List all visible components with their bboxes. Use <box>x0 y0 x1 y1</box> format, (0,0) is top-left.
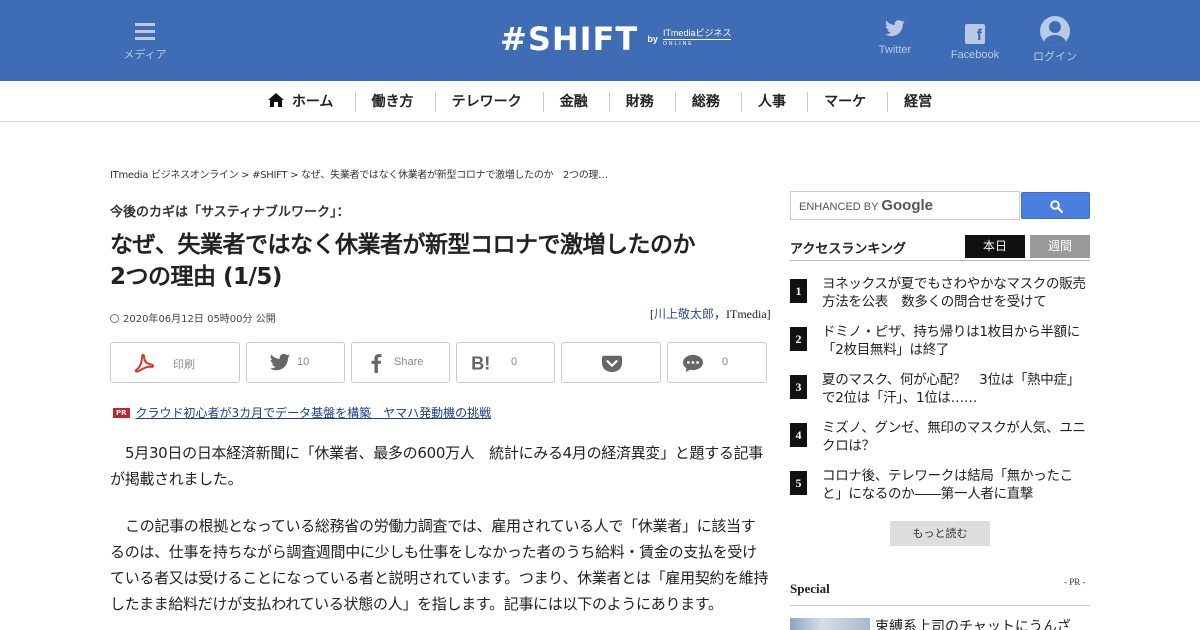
search-icon <box>1050 200 1063 213</box>
ranking-number: 2 <box>790 327 807 351</box>
logo-by: by <box>647 34 658 44</box>
twitter-icon <box>885 20 905 37</box>
publish-date: 2020年06月12日 05時00分 公開 <box>110 310 276 325</box>
logo-sub: ITmediaビジネス ONLINE <box>662 28 732 49</box>
nav-item-management[interactable]: 経営 <box>887 92 948 112</box>
pr-badge: PR <box>113 408 130 418</box>
author-suffix: ，ITmedia] <box>714 307 771 321</box>
hatena-bookmark-button[interactable]: B! 0 <box>456 342 555 383</box>
nav-item-home[interactable]: ホーム <box>252 92 350 112</box>
svg-text:B!: B! <box>471 353 490 373</box>
facebook-button[interactable]: f Facebook <box>945 20 1005 61</box>
publish-date-text: 2020年06月12日 05時00分 公開 <box>123 314 276 325</box>
pocket-icon <box>602 355 622 373</box>
facebook-icon: f <box>965 24 985 44</box>
article-title-line1: なぜ、失業者ではなく休業者が新型コロナで激増したのか <box>110 232 696 258</box>
print-label: 印刷 <box>173 359 195 371</box>
comment-count: 0 <box>722 356 729 368</box>
user-avatar-icon <box>1040 16 1070 46</box>
logo-sub-brand: ITmediaビジネス <box>662 28 732 38</box>
nav-item-accounting[interactable]: 財務 <box>608 92 670 112</box>
article-paragraph: 5月30日の日本経済新聞に「休業者、最多の600万人 統計にみる4月の経済異変」… <box>110 444 764 488</box>
nav-item-work[interactable]: 働き方 <box>354 92 430 112</box>
ranking-title: アクセスランキング <box>790 242 906 257</box>
ranking-link: ミズノ、グンゼ、無印のマスクが人気、ユニクロは？ <box>822 420 1086 454</box>
nav-item-hr[interactable]: 人事 <box>740 92 802 112</box>
pr-link[interactable]: PR クラウド初心者が3カ月でデータ基盤を構築 ヤマハ発動機の挑戦 <box>113 404 491 421</box>
tab-today[interactable]: 本日 <box>965 235 1025 258</box>
article-title: なぜ、失業者ではなく休業者が新型コロナで激増したのか 2つの理由 (1/5) <box>110 229 770 293</box>
facebook-icon <box>371 354 382 373</box>
tweet-count: 10 <box>297 356 310 368</box>
pr-link-text: クラウド初心者が3カ月でデータ基盤を構築 ヤマハ発動機の挑戦 <box>135 406 492 420</box>
ranking-link: ヨネックスが夏でもさわやかなマスクの販売方法を公表 数多くの問合せを受けて <box>822 276 1086 310</box>
login-button[interactable]: ログイン <box>1025 16 1085 64</box>
ranking-number: 1 <box>790 279 807 303</box>
divider <box>790 260 1090 261</box>
ranking-link: ドミノ・ピザ、持ち帰りは1枚目から半額に 「2枚目無料」は終了 <box>822 324 1094 358</box>
hatena-count: 0 <box>511 356 518 368</box>
pdf-icon <box>134 353 155 373</box>
ranking-number: 5 <box>790 471 807 495</box>
ranking-item[interactable]: 4 ミズノ、グンゼ、無印のマスクが人気、ユニクロは？ <box>790 419 1090 457</box>
hatena-bookmark-icon: B! <box>471 353 490 373</box>
read-more-button[interactable]: もっと読む <box>890 521 990 546</box>
media-menu-button[interactable]: メディア <box>115 16 175 62</box>
special-item-link[interactable]: 束縛系上司のチャットにうんざ <box>875 616 1071 630</box>
nav-item-finance[interactable]: 金融 <box>542 92 604 112</box>
ranking-item[interactable]: 5 コロナ後、テレワークは結局「無かったこと」になるのか――第一人者に直撃 <box>790 467 1090 505</box>
ranking-number: 3 <box>790 375 807 399</box>
search-placeholder: ENHANCED BY <box>799 201 879 213</box>
article-kicker: 今後のカギは「サスティナブルワーク」： <box>110 205 350 220</box>
nav-item-marketing[interactable]: マーケ <box>807 92 882 112</box>
hamburger-icon <box>115 16 175 44</box>
search-input[interactable]: ENHANCED BY Google <box>790 191 1020 220</box>
twitter-icon <box>269 353 291 371</box>
print-button[interactable]: 印刷 <box>110 342 240 383</box>
clock-icon <box>110 314 119 323</box>
google-logo: Google <box>881 197 933 214</box>
special-title: Special <box>790 581 830 596</box>
facebook-share-label: Share <box>394 356 424 368</box>
site-header: メディア #SHIFT by ITmediaビジネス ONLINE Twitter… <box>0 0 1200 81</box>
comment-button[interactable]: 0 <box>667 342 767 383</box>
twitter-label: Twitter <box>878 44 912 56</box>
facebook-label: Facebook <box>950 49 1000 61</box>
nav-item-general-affairs[interactable]: 総務 <box>674 92 736 112</box>
tweet-share-button[interactable]: 10 <box>246 342 345 383</box>
nav-item-label: ホーム <box>291 94 334 110</box>
ranking-item[interactable]: 2 ドミノ・ピザ、持ち帰りは1枚目から半額に 「2枚目無料」は終了 <box>790 323 1094 361</box>
comment-icon <box>683 354 703 373</box>
divider <box>790 605 1090 606</box>
ranking-link: 夏のマスク、何が心配？ 3位は「熱中症」で2位は「汗」、1位は…… <box>822 372 1080 406</box>
logo-sub-online: ONLINE <box>662 39 732 49</box>
pocket-button[interactable] <box>561 342 661 383</box>
tab-week[interactable]: 週間 <box>1030 235 1090 258</box>
ranking-number: 4 <box>790 423 807 447</box>
article-paragraph: この記事の根拠となっている総務省の労働力調査では、雇用されている人で「休業者」に… <box>110 517 769 613</box>
author-credit: [川上敬太郎，ITmedia] <box>650 305 771 322</box>
facebook-share-button[interactable]: Share <box>351 342 450 383</box>
media-menu-label: メディア <box>123 49 167 61</box>
logo-text: #SHIFT <box>500 20 639 58</box>
ranking-item[interactable]: 1 ヨネックスが夏でもさわやかなマスクの販売方法を公表 数多くの問合せを受けて <box>790 275 1090 313</box>
twitter-button[interactable]: Twitter <box>865 20 925 56</box>
author-link[interactable]: 川上敬太郎 <box>654 307 714 321</box>
login-label: ログイン <box>1033 51 1077 63</box>
special-pr-label: - PR - <box>1064 577 1086 587</box>
category-nav: ホーム 働き方 テレワーク 金融 財務 総務 人事 マーケ 経営 <box>0 81 1200 122</box>
nav-item-telework[interactable]: テレワーク <box>434 92 538 112</box>
ranking-item[interactable]: 3 夏のマスク、何が心配？ 3位は「熱中症」で2位は「汗」、1位は…… <box>790 371 1090 409</box>
site-logo[interactable]: #SHIFT by ITmediaビジネス ONLINE <box>500 20 732 60</box>
search-button[interactable] <box>1021 192 1090 219</box>
ranking-link: コロナ後、テレワークは結局「無かったこと」になるのか――第一人者に直撃 <box>822 468 1073 502</box>
article-title-line2: 2つの理由 (1/5) <box>110 264 282 290</box>
home-icon <box>267 93 284 107</box>
breadcrumb[interactable]: ITmedia ビジネスオンライン > #SHIFT > なぜ、失業者ではなく休… <box>110 166 608 181</box>
special-thumbnail[interactable] <box>790 618 870 630</box>
